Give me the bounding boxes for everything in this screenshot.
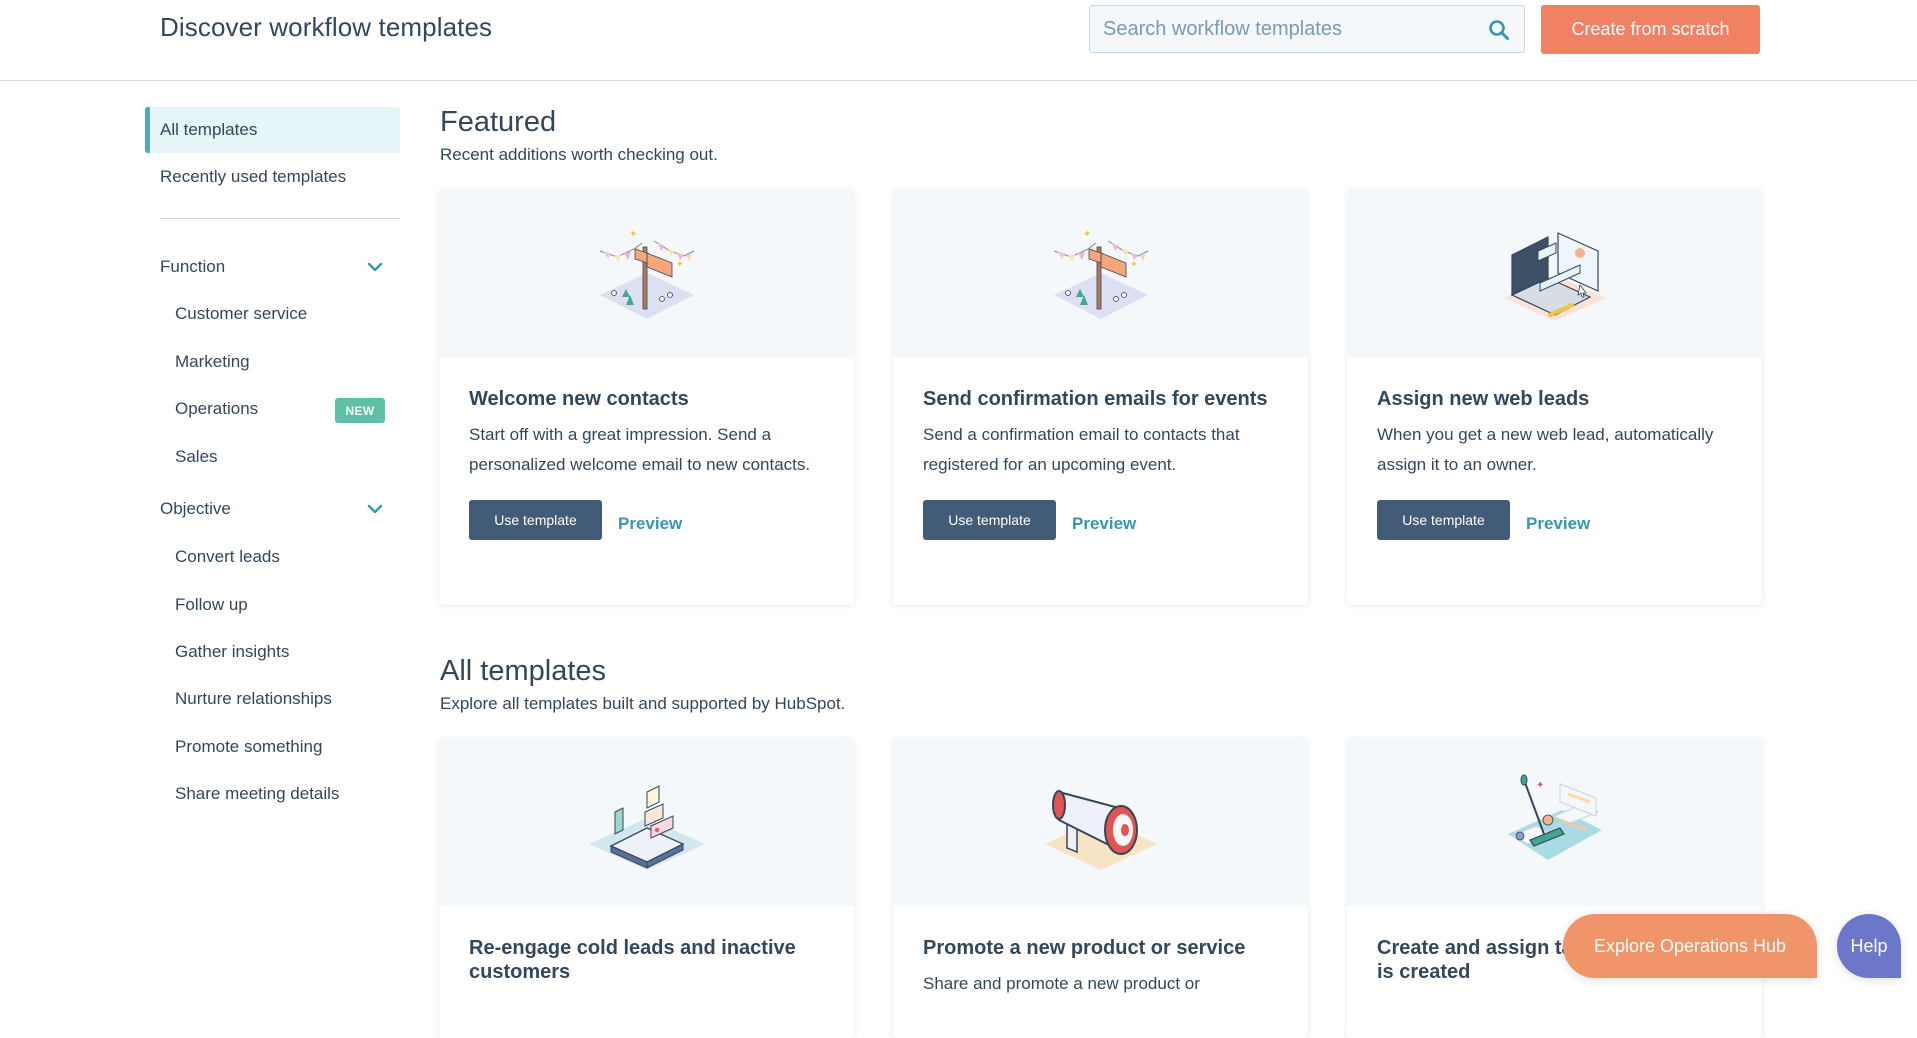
- preview-link[interactable]: Preview: [618, 514, 682, 534]
- welcome-flag-illustration: ✦ ✦: [1053, 229, 1148, 319]
- card-illustration-area: [893, 738, 1308, 906]
- megaphone-illustration: [1044, 790, 1157, 870]
- use-template-button[interactable]: Use template: [923, 500, 1056, 540]
- card-description: Send a confirmation email to contacts th…: [923, 425, 1240, 474]
- sidebar-item-sales[interactable]: Sales: [175, 447, 218, 467]
- preview-link[interactable]: Preview: [1526, 514, 1590, 534]
- template-card: Promote a new product or service Share a…: [893, 738, 1308, 1038]
- use-template-button[interactable]: Use template: [1377, 500, 1510, 540]
- svg-text:✦: ✦: [1130, 259, 1138, 269]
- sidebar-group-function[interactable]: Function: [160, 257, 225, 277]
- template-card: ✦ ✦ Welcome new contacts Start off with …: [439, 189, 854, 605]
- card-title: Promote a new product or service: [923, 937, 1246, 959]
- sidebar-item-promote-something[interactable]: Promote something: [175, 737, 322, 757]
- sidebar-item-nurture-relationships[interactable]: Nurture relationships: [175, 689, 332, 709]
- help-button[interactable]: Help: [1837, 914, 1901, 978]
- svg-text:✦: ✦: [1536, 780, 1544, 791]
- card-illustration-area: [1347, 189, 1762, 357]
- header-divider: [0, 80, 1917, 81]
- template-card: ✦ ✦ Send confirmation emails for events …: [893, 189, 1308, 605]
- mop-cleanup-illustration: ✦: [1507, 774, 1602, 860]
- sidebar-item-convert-leads[interactable]: Convert leads: [175, 547, 280, 567]
- search-input[interactable]: [1090, 6, 1473, 52]
- search-icon[interactable]: [1488, 19, 1510, 41]
- template-card: Re-engage cold leads and inactive custom…: [439, 738, 854, 1038]
- card-illustration-area: [439, 738, 854, 906]
- open-book-illustration: [588, 785, 705, 870]
- svg-text:✦: ✦: [1083, 229, 1091, 240]
- card-title: Send confirmation emails for events: [923, 388, 1268, 410]
- sidebar-item-share-meeting-details[interactable]: Share meeting details: [175, 784, 339, 804]
- card-illustration-area: ✦: [1347, 738, 1762, 906]
- card-illustration-area: ✦ ✦: [439, 189, 854, 357]
- card-title: Re-engage cold leads and inactive custom…: [469, 937, 796, 983]
- new-badge: NEW: [335, 398, 385, 423]
- all-templates-subtitle: Explore all templates built and supporte…: [440, 694, 846, 713]
- search-box[interactable]: [1089, 5, 1525, 53]
- template-card: ✦ Create and assign tasks when a deal is…: [1347, 738, 1762, 1038]
- page-title: Discover workflow templates: [160, 12, 493, 42]
- sidebar-item-follow-up[interactable]: Follow up: [175, 595, 248, 615]
- all-templates-heading: All templates: [440, 655, 607, 687]
- preview-link[interactable]: Preview: [1072, 514, 1136, 534]
- create-from-scratch-button[interactable]: Create from scratch: [1541, 5, 1760, 54]
- card-title: Assign new web leads: [1377, 388, 1590, 410]
- chevron-down-icon[interactable]: [367, 504, 383, 514]
- card-title: Welcome new contacts: [469, 388, 689, 410]
- sidebar-item-all-templates-label[interactable]: All templates: [160, 120, 257, 140]
- chevron-down-icon[interactable]: [367, 262, 383, 272]
- sidebar-item-marketing[interactable]: Marketing: [175, 352, 250, 372]
- use-template-button[interactable]: Use template: [469, 500, 602, 540]
- featured-subtitle: Recent additions worth checking out.: [440, 145, 718, 164]
- sidebar-item-gather-insights[interactable]: Gather insights: [175, 642, 289, 662]
- featured-heading: Featured: [440, 106, 557, 138]
- sidebar-group-objective[interactable]: Objective: [160, 499, 231, 519]
- sidebar-divider: [160, 218, 400, 219]
- sidebar-item-recently-used[interactable]: Recently used templates: [160, 167, 346, 187]
- card-description: Start off with a great impression. Send …: [469, 425, 811, 474]
- explore-operations-hub-button[interactable]: Explore Operations Hub: [1563, 914, 1817, 978]
- welcome-flag-illustration: ✦ ✦: [599, 229, 694, 319]
- svg-text:✦: ✦: [629, 229, 637, 240]
- card-description: Share and promote a new product or: [923, 974, 1200, 993]
- sidebar-item-customer-service[interactable]: Customer service: [175, 304, 307, 324]
- card-description: When you get a new web lead, automatical…: [1377, 425, 1714, 474]
- card-illustration-area: ✦ ✦: [893, 189, 1308, 357]
- template-card: Assign new web leads When you get a new …: [1347, 189, 1762, 605]
- laptop-illustration: [1503, 232, 1606, 321]
- svg-text:✦: ✦: [676, 259, 684, 269]
- sidebar-item-operations[interactable]: Operations: [175, 399, 258, 419]
